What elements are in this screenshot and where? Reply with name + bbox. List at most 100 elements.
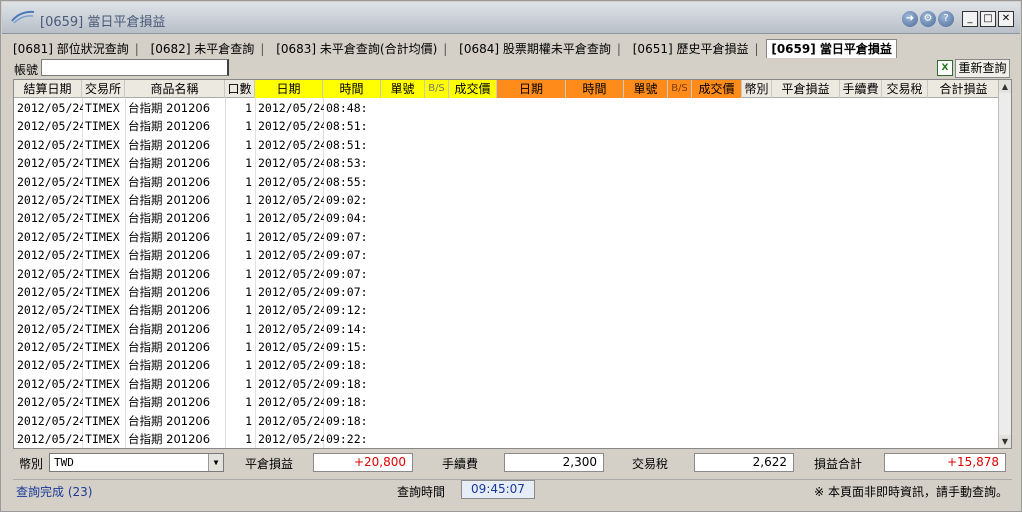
cell-open-time: 09:15: [326,340,366,355]
cell-open-time: 09:12: [326,303,366,318]
tab-0683[interactable]: [0683] 未平倉查詢(合計均價) [272,40,451,58]
cell-settle-date: 2012/05/24 [17,432,83,447]
minimize-button[interactable]: _ [962,11,978,27]
table-row[interactable]: 2012/05/24 TIMEX 台指期 201206 1 2012/05/24 09:1… [14,338,1000,356]
table-row[interactable]: 2012/05/24 TIMEX 台指期 201206 1 2012/05/24 09:0… [14,283,1000,301]
tab-0682[interactable]: [0682] 未平倉查詢 [147,40,269,58]
col-close-price[interactable]: 成交價 [692,80,742,98]
col-currency[interactable]: 幣別 [742,80,772,98]
cell-open-time: 08:53: [326,156,366,171]
cell-exchange: TIMEX [85,395,120,410]
cell-qty: 1 [245,211,252,226]
cell-exchange: TIMEX [85,303,120,318]
maximize-button[interactable]: □ [980,11,996,27]
cell-exchange: TIMEX [85,137,120,152]
col-qty[interactable]: 口數 [225,80,255,98]
requery-button[interactable]: 重新查詢 [955,59,1010,78]
col-open-bs[interactable]: B/S [425,80,449,98]
cell-exchange: TIMEX [85,266,120,281]
cell-qty: 1 [245,303,252,318]
app-window: [0659] 當日平倉損益 ➜ ⚙ ? _ □ ✕ [0681] 部位狀況查詢 … [0,0,1022,512]
cell-exchange: TIMEX [85,248,120,263]
cell-exchange: TIMEX [85,413,120,428]
col-settle-date[interactable]: 結算日期 [14,80,82,98]
table-row[interactable]: 2012/05/24 TIMEX 台指期 201206 1 2012/05/24 09:0… [14,228,1000,246]
col-close-date[interactable]: 日期 [497,80,566,98]
cell-qty: 1 [245,248,252,263]
cell-product: 台指期 201206 [128,156,211,171]
table-row[interactable]: 2012/05/24 TIMEX 台指期 201206 1 2012/05/24 09:0… [14,246,1000,264]
cell-open-time: 09:18: [326,395,366,410]
total-label: 損益合計 [814,457,863,471]
col-open-order[interactable]: 單號 [381,80,425,98]
table-row[interactable]: 2012/05/24 TIMEX 台指期 201206 1 2012/05/24 08:5… [14,154,1000,172]
col-exchange[interactable]: 交易所 [82,80,125,98]
table-row[interactable]: 2012/05/24 TIMEX 台指期 201206 1 2012/05/24 08:5… [14,117,1000,135]
cell-exchange: TIMEX [85,192,120,207]
table-row[interactable]: 2012/05/24 TIMEX 台指期 201206 1 2012/05/24 09:1… [14,393,1000,411]
currency-select[interactable]: TWD ▼ [49,453,224,472]
table-row[interactable]: 2012/05/24 TIMEX 台指期 201206 1 2012/05/24 09:1… [14,301,1000,319]
col-open-price[interactable]: 成交價 [449,80,497,98]
cell-settle-date: 2012/05/24 [17,321,83,336]
table-row[interactable]: 2012/05/24 TIMEX 台指期 201206 1 2012/05/24 09:0… [14,265,1000,283]
col-tax[interactable]: 交易稅 [882,80,928,98]
cell-exchange: TIMEX [85,284,120,299]
excel-icon[interactable]: X [937,60,953,76]
table-row[interactable]: 2012/05/24 TIMEX 台指期 201206 1 2012/05/24 08:5… [14,173,1000,191]
cell-settle-date: 2012/05/24 [17,211,83,226]
cell-open-date: 2012/05/24 [258,395,324,410]
cell-open-time: 09:18: [326,358,366,373]
table-row[interactable]: 2012/05/24 TIMEX 台指期 201206 1 2012/05/24 09:1… [14,375,1000,393]
cell-qty: 1 [245,358,252,373]
col-pnl[interactable]: 平倉損益 [772,80,840,98]
help-icon[interactable]: ? [938,11,954,27]
cell-open-time: 09:07: [326,266,366,281]
settings-icon[interactable]: ⚙ [920,11,936,27]
cell-qty: 1 [245,284,252,299]
table-row[interactable]: 2012/05/24 TIMEX 台指期 201206 1 2012/05/24 09:2… [14,430,1000,448]
col-close-time[interactable]: 時間 [566,80,624,98]
cell-open-time: 09:07: [326,248,366,263]
cell-open-date: 2012/05/24 [258,248,324,263]
table-row[interactable]: 2012/05/24 TIMEX 台指期 201206 1 2012/05/24 09:0… [14,209,1000,227]
col-fee[interactable]: 手續費 [840,80,882,98]
scroll-down-icon[interactable]: ▼ [999,435,1011,448]
col-total-pnl[interactable]: 合計損益 [928,80,1000,98]
cell-open-date: 2012/05/24 [258,101,324,115]
cell-open-date: 2012/05/24 [258,211,324,226]
tab-0684[interactable]: [0684] 股票期權未平倉查詢 [455,40,625,58]
cell-open-time: 09:22: [326,432,366,447]
vertical-scrollbar[interactable]: ▲ ▼ [998,80,1011,448]
col-close-order[interactable]: 單號 [624,80,668,98]
tab-0681[interactable]: [0681] 部位狀況查詢 [9,40,143,58]
cell-exchange: TIMEX [85,376,120,391]
table-row[interactable]: 2012/05/24 TIMEX 台指期 201206 1 2012/05/24 08:5… [14,136,1000,154]
export-icon[interactable]: ➜ [902,11,918,27]
status-message: 查詢完成 (23) [16,485,93,499]
table-row[interactable]: 2012/05/24 TIMEX 台指期 201206 1 2012/05/24 09:1… [14,320,1000,338]
app-logo-icon [11,10,35,24]
account-label: 帳號 [14,63,39,77]
col-open-date[interactable]: 日期 [255,80,323,98]
tab-0651[interactable]: [0651] 歷史平倉損益 [629,40,763,58]
cell-settle-date: 2012/05/24 [17,413,83,428]
tab-0659[interactable]: [0659] 當日平倉損益 [766,39,897,58]
table-row[interactable]: 2012/05/24 TIMEX 台指期 201206 1 2012/05/24 09:0… [14,191,1000,209]
col-product[interactable]: 商品名稱 [125,80,225,98]
cell-product: 台指期 201206 [128,174,211,189]
tab-bar: [0681] 部位狀況查詢 [0682] 未平倉查詢 [0683] 未平倉查詢(… [9,39,897,58]
chevron-down-icon[interactable]: ▼ [208,454,223,471]
cell-product: 台指期 201206 [128,376,211,391]
cell-product: 台指期 201206 [128,358,211,373]
table-row[interactable]: 2012/05/24 TIMEX 台指期 201206 1 2012/05/24 09:1… [14,412,1000,430]
table-row[interactable]: 2012/05/24 TIMEX 台指期 201206 1 2012/05/24 09:1… [14,356,1000,374]
close-button[interactable]: ✕ [998,11,1014,27]
table-row[interactable]: 2012/05/24 TIMEX 台指期 201206 1 2012/05/24 08:4… [14,99,1000,117]
status-bar: 查詢完成 (23) 查詢時間 09:45:07 ※ 本頁面非即時資訊，請手動查詢… [13,479,1012,499]
cell-settle-date: 2012/05/24 [17,192,83,207]
scroll-up-icon[interactable]: ▲ [999,80,1011,93]
account-input[interactable] [41,59,229,76]
col-close-bs[interactable]: B/S [668,80,692,98]
col-open-time[interactable]: 時間 [323,80,381,98]
